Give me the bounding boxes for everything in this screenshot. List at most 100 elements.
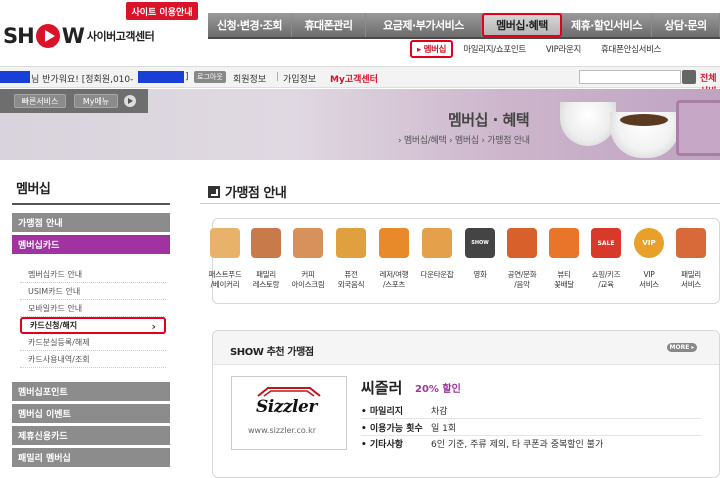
category-label-line1: VIP [643,270,655,279]
burger-icon [251,228,281,258]
gnb-item-3[interactable]: 멤버십·혜택 [482,13,562,37]
cake-icon [210,228,240,258]
category-label: 퓨전 외국음식 [330,270,372,290]
arrow-right-icon[interactable] [124,95,136,107]
balloon-icon [379,228,409,258]
partner-discount: 20% 할인 [415,384,461,395]
category-9[interactable]: SALE 쇼핑/키즈/교육 [585,228,627,290]
my-center-link[interactable]: My고객센터 [330,72,378,85]
detail-divider [361,435,701,436]
detail-value: 6인 기준, 주류 제외, 타 쿠폰과 중복할인 불가 [431,440,604,450]
category-1[interactable]: 패밀리 레스토랑 [245,228,287,290]
play-icon [35,24,60,48]
gnb-item-0[interactable]: 신청·변경·조회 [208,13,292,37]
category-label-line2: 레스토랑 [252,280,280,289]
subnav-item-1[interactable]: 마일리지/쇼포인트 [453,43,536,55]
vip-icon: VIP [634,228,664,258]
gnb-item-2[interactable]: 요금제·부가서비스 [366,13,482,37]
quick-menu-bar: 빠른서비스 My메뉴 [0,89,148,113]
left-nav-sub-label: USIM카드 안내 [28,286,81,296]
category-label: VIP 서비스 [628,270,670,290]
left-nav-sub-label: 모바일카드 안내 [28,303,83,313]
left-nav-bottom-3[interactable]: 패밀리 멤버십 [12,448,170,468]
category-label-line2: 외국음식 [337,280,365,289]
gnb-item-4[interactable]: 제휴·할인서비스 [562,13,652,37]
sub-nav: ▸ 멤버십 마일리지/쇼포인트 VIP라운지 휴대폰안심서비스 [410,40,671,58]
category-7[interactable]: 공연/문화/음악 [501,228,543,290]
subnav-item-3[interactable]: 휴대폰안심서비스 [591,43,671,55]
left-nav-sub-2[interactable]: 모바일카드 안내 [20,300,166,317]
laptop-image [676,100,720,156]
category-label-line2: 서비스 [639,280,659,289]
partner-detail-row: 기타사항6인 기준, 주류 제외, 타 쿠폰과 중복할인 불가 [361,437,603,450]
ticket-icon [507,228,537,258]
more-button[interactable]: MORE ▸ [667,343,697,352]
category-10[interactable]: VIP VIP 서비스 [628,228,670,290]
category-label-line2: 꽃배달 [554,280,574,289]
content-title-text: 가맹점 안내 [225,186,287,201]
category-2[interactable]: 커피 아이스크림 [287,228,329,290]
sale-tag-icon: SALE [591,228,621,258]
category-4[interactable]: 레저/여행/스포츠 [373,228,415,290]
quick-service-button[interactable]: 빠른서비스 [14,94,66,108]
detail-value: 차감 [431,407,448,417]
category-label-line1: 패밀리 [256,270,276,279]
coffee-cup-icon [293,228,323,258]
site-guide-button[interactable]: 사이트 이용안내 [126,2,198,20]
category-label: 패스트푸드/베이커리 [204,270,246,290]
sizzler-logo-stripes [257,387,321,397]
category-label-line2: /스포츠 [382,280,406,289]
flag-icon [422,228,452,258]
left-nav-sub-3[interactable]: 카드신청/해지 › [20,317,166,334]
category-3[interactable]: 퓨전 외국음식 [330,228,372,290]
category-8[interactable]: 뷰티 꽃배달 [543,228,585,290]
category-label-line1: 레저/여행 [379,270,409,279]
subnav-item-2[interactable]: VIP라운지 [536,43,591,55]
category-label-line2: /베이커리 [210,280,240,289]
category-label-line1: 패스트푸드 [208,270,242,279]
category-label-line1: 퓨전 [344,270,358,279]
greeting-text: 님 반가워요! [정회원,010- [31,75,134,85]
greeting-end: ] [185,72,189,82]
left-nav-title: 멤버십 [16,182,51,197]
left-nav-sub-1[interactable]: USIM카드 안내 [20,283,166,300]
gnb-item-5[interactable]: 상담·문의 [652,13,720,37]
partner-detail-row: 이용가능 횟수일 1회 [361,421,456,434]
detail-key: 기타사항 [361,437,431,450]
category-11[interactable]: 패밀리 서비스 [670,228,712,290]
show-logo[interactable]: SH W 사이버고객센터 [3,22,155,50]
join-info-link[interactable]: 가입정보 [283,72,316,85]
category-label-line1: 패밀리 [681,270,701,279]
search-input[interactable] [579,70,681,84]
category-label-line1: 커피 [301,270,315,279]
left-nav-sub-4[interactable]: 카드분실등록/해제 [20,334,166,351]
left-nav-sub-label: 카드사용내역/조회 [28,354,90,364]
category-label-line1: 영화 [473,270,487,279]
gnb-item-1[interactable]: 휴대폰관리 [292,13,366,37]
coffee-surface [620,114,668,126]
left-nav-bottom-1[interactable]: 멤버십 이벤트 [12,404,170,424]
category-label-line1: 다운타운잡 [420,270,454,279]
left-nav-main-1[interactable]: 멤버십카드 [12,235,170,255]
left-nav-main-0[interactable]: 가맹점 안내 [12,213,170,233]
category-6[interactable]: SHOW 영화 [459,228,501,280]
subnav-item-0[interactable]: ▸ 멤버십 [410,40,454,58]
left-nav-bottom-0[interactable]: 멤버십포인트 [12,382,170,402]
left-nav-sub-0[interactable]: 멤버십카드 안내 [20,266,166,283]
category-label-line2: /교육 [598,280,614,289]
my-menu-button[interactable]: My메뉴 [74,94,118,108]
category-label: 레저/여행/스포츠 [373,270,415,290]
category-5[interactable]: 다운타운잡 [416,228,458,280]
member-info-link[interactable]: 회원정보 [233,72,266,85]
left-nav-bottom-2[interactable]: 제휴신용카드 [12,426,170,446]
category-0[interactable]: 패스트푸드/베이커리 [204,228,246,290]
chevron-right-icon: › [151,320,156,333]
page: SH W 사이버고객센터 사이트 이용안내 신청·변경·조회 휴대폰관리 요금제·부… [0,0,720,478]
breadcrumb: › 멤버십/혜택 › 멤버십 › 가맹점 안내 [398,136,530,146]
clapper-icon: SHOW [465,228,495,258]
left-nav-divider [12,203,170,205]
partner-name: 씨즐러 [361,379,403,397]
logout-button[interactable]: 로그아웃 [194,71,226,83]
house-icon [676,228,706,258]
left-nav-sub-5[interactable]: 카드사용내역/조회 [20,351,166,368]
